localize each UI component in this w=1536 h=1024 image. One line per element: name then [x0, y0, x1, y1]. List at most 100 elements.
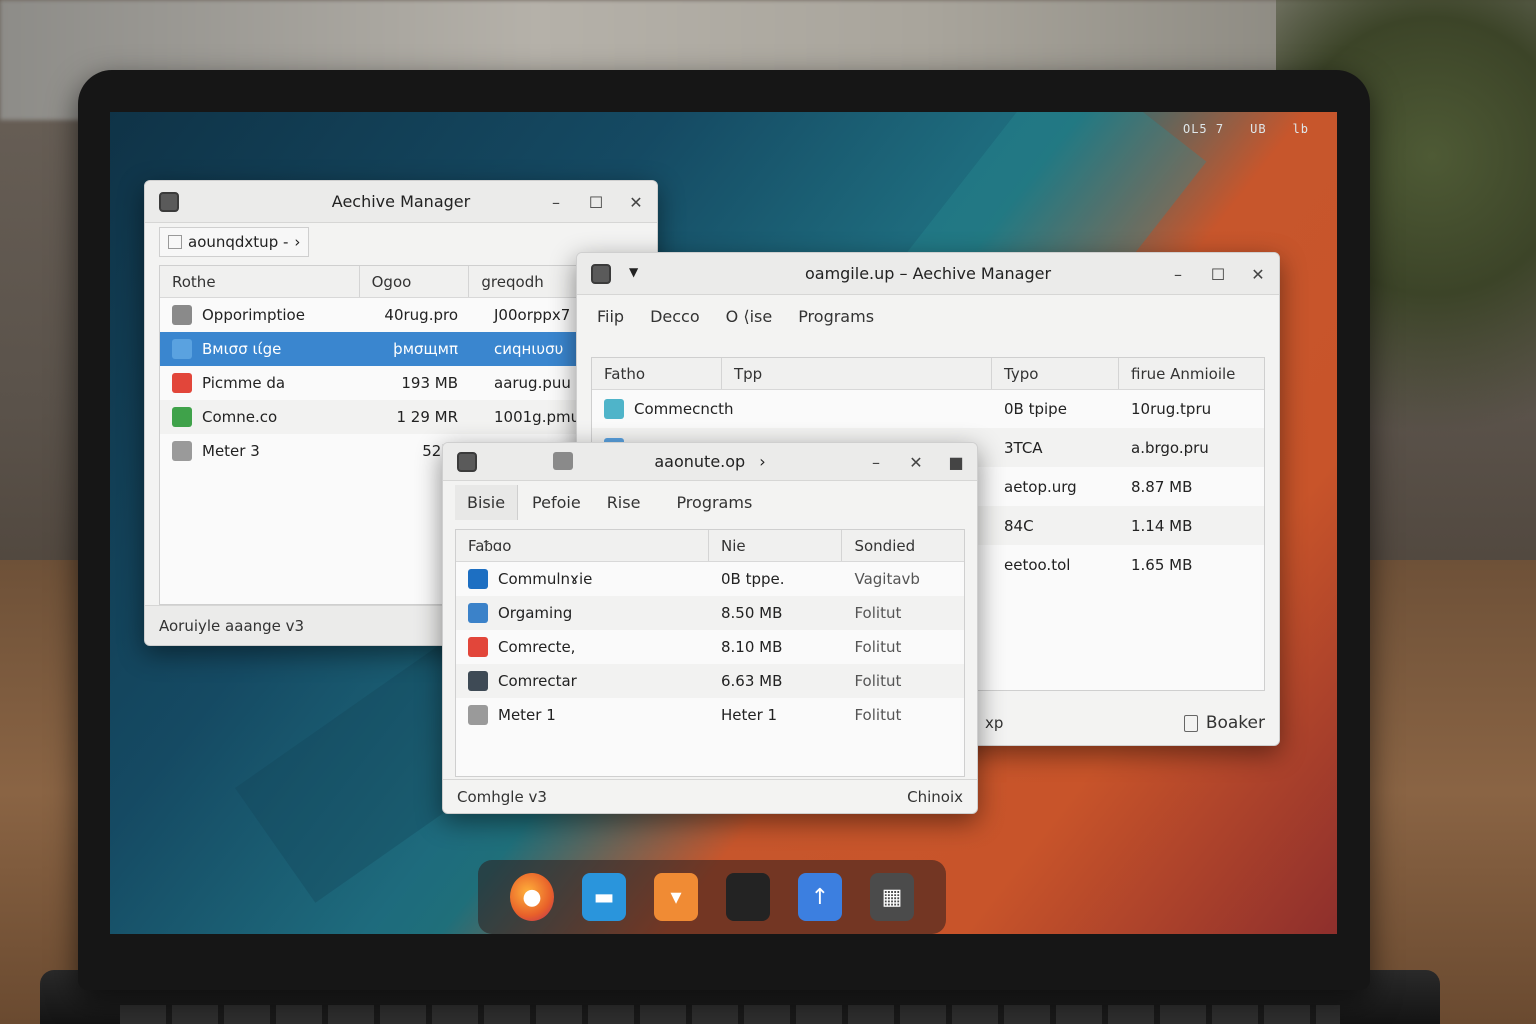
files-icon[interactable]: ▬ [582, 873, 626, 921]
minimize-button[interactable]: – [547, 193, 565, 212]
upload-icon[interactable]: ↑ [798, 873, 842, 921]
minimize-button[interactable]: – [867, 453, 885, 472]
tray-network[interactable]: UB [1250, 122, 1266, 136]
file-size: Heter 1 [720, 706, 778, 724]
file-icon [604, 399, 624, 419]
file-name: Commulnɤie [498, 570, 593, 588]
column-header-name[interactable]: Rothe [160, 266, 360, 297]
file-size: 8.50 MB [720, 604, 783, 622]
file-icon [172, 441, 192, 461]
column-header-type[interactable]: Tpp [722, 358, 992, 389]
titlebar[interactable]: Aechive Manager – ☐ ✕ [145, 181, 657, 223]
file-size: 10rug.tpru [1131, 400, 1212, 418]
menu-bar: Fiip Decco O ⟨ise Programs [577, 295, 1279, 337]
status-text-right: Chinoix [907, 787, 963, 806]
file-icon [172, 373, 192, 393]
menu-item[interactable]: O ⟨ise [726, 307, 773, 326]
column-header-size[interactable]: Nie [709, 530, 843, 561]
file-size: 6.63 MB [720, 672, 783, 690]
window-title: aaonute.op [654, 452, 746, 471]
menu-item[interactable]: Programs [798, 307, 874, 326]
table-row[interactable]: Meter 1 Heter 1 Folitut [456, 698, 964, 732]
file-modified: Folitut [854, 706, 902, 724]
file-size: 193 MB [401, 374, 458, 392]
menu-item[interactable]: Programs [652, 485, 776, 520]
file-modified: Folitut [854, 638, 902, 656]
terminal-icon[interactable] [726, 873, 770, 921]
file-size: 40rug.pro [384, 306, 458, 324]
file-name: Comrecte, [498, 638, 576, 656]
menu-item[interactable]: Bisie [455, 484, 519, 520]
close-button[interactable]: ✕ [1249, 265, 1267, 284]
file-modified: Vagitavb [854, 570, 920, 588]
menu-button[interactable]: ■ [947, 453, 965, 472]
file-kind: 84C [1004, 516, 1034, 535]
file-size: 8.10 MB [720, 638, 783, 656]
menu-item[interactable]: Fiip [597, 307, 624, 326]
chevron-right-icon: › [759, 452, 766, 471]
file-name: Meter 1 [498, 706, 556, 724]
file-size: ϸмσщмπ [393, 340, 458, 358]
column-header-kind[interactable]: Typo [992, 358, 1119, 389]
file-icon [468, 603, 488, 623]
window-title: oamgile.up – Aechive Manager [804, 264, 1052, 283]
app-grid-icon[interactable]: ▦ [870, 873, 914, 921]
file-icon [172, 407, 192, 427]
file-name: Commecncth [634, 400, 734, 418]
column-header-name[interactable]: Fatho [592, 358, 722, 389]
path-crumb[interactable]: aounqdxtup - › [159, 227, 310, 257]
chevron-down-icon[interactable]: ▼ [629, 265, 638, 279]
app-icon [591, 264, 611, 284]
file-name: Comne.co [202, 408, 278, 426]
column-header-size[interactable]: Ogoo [360, 266, 470, 297]
close-button[interactable]: ✕ [907, 453, 925, 472]
archive-icon[interactable]: ▾ [654, 873, 698, 921]
table-body: Commulnɤie 0B tppe. Vagitavb Orgaming 8.50 M… [456, 562, 964, 732]
tray-clock[interactable]: OL5 7 [1183, 122, 1224, 136]
table-row[interactable]: Commulnɤie 0B tppe. Vagitavb [456, 562, 964, 596]
file-name: Orgaming [498, 604, 573, 622]
close-button[interactable]: ✕ [627, 193, 645, 212]
chevron-right-icon: › [294, 233, 301, 251]
file-name: Meter 3 [202, 442, 260, 460]
file-icon [468, 569, 488, 589]
folder-icon [168, 235, 182, 249]
menu-item[interactable]: Pefoie [518, 485, 595, 520]
column-header-size[interactable]: firue Anmioile [1119, 358, 1264, 389]
keyboard [120, 1005, 1340, 1024]
file-modified: Folitut [854, 604, 902, 622]
menu-item[interactable]: Rise [595, 485, 653, 520]
file-size: 1 29 MR [396, 408, 458, 426]
firefox-icon[interactable]: ● [510, 873, 554, 921]
app-icon-secondary [553, 452, 573, 470]
file-name: Picmme da [202, 374, 286, 392]
titlebar[interactable]: aaonute.op › – ✕ ■ [443, 443, 977, 481]
column-header-name[interactable]: Faᵬɑo [456, 530, 709, 561]
app-icon [457, 452, 477, 472]
status-text-left: Comhgle v3 [457, 787, 547, 806]
titlebar[interactable]: ▼ oamgile.up – Aechive Manager – ☐ ✕ [577, 253, 1279, 295]
file-icon [468, 705, 488, 725]
table-row[interactable]: Comrectar 6.63 MB Folitut [456, 664, 964, 698]
file-icon [468, 671, 488, 691]
maximize-button[interactable]: ☐ [587, 193, 605, 212]
column-header-modified[interactable]: Sondied [842, 530, 964, 561]
extract-button[interactable]: Boaker [1183, 713, 1265, 733]
table-header: Faᵬɑo Nie Sondied [456, 530, 964, 562]
tray-battery[interactable]: lb [1293, 122, 1309, 136]
file-size: 0B tppe. [720, 570, 785, 588]
minimize-button[interactable]: – [1169, 265, 1187, 284]
table-row[interactable]: Orgaming 8.50 MB Folitut [456, 596, 964, 630]
system-tray: OL5 7 UB lb [1183, 122, 1309, 136]
maximize-button[interactable]: ☐ [1209, 265, 1227, 284]
file-name: Comrectar [498, 672, 577, 690]
table-row[interactable]: Comrecte, 8.10 MB Folitut [456, 630, 964, 664]
status-text: Aoruiyle aaange v3 [159, 616, 305, 635]
table-header: Fatho Tpp Typo firue Anmioile [592, 358, 1264, 390]
menu-item[interactable]: Decco [650, 307, 700, 326]
file-name: Opporimptioe [202, 306, 305, 324]
archive-manager-window-3: aaonute.op › – ✕ ■ Bisie Pefoie Rise Pro… [442, 442, 978, 814]
table-row[interactable]: Commecncth 0B tpipe 10rug.tpru [592, 390, 1264, 428]
app-icon [159, 192, 179, 212]
file-kind: aetop.urg [1004, 477, 1077, 496]
